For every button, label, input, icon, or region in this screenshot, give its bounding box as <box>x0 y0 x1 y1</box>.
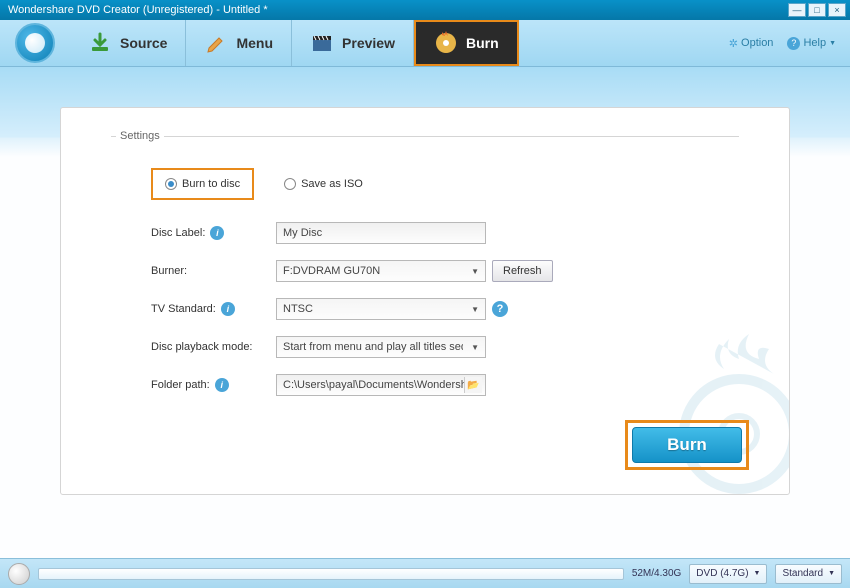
tv-standard-text: TV Standard: <box>151 303 216 315</box>
burner-value: F:DVDRAM GU70N <box>283 265 380 277</box>
playback-mode-label: Disc playback mode: <box>151 341 276 353</box>
burn-disc-icon <box>434 31 458 55</box>
tab-source-label: Source <box>120 35 167 51</box>
settings-panel: Settings Burn to disc Save as ISO <box>60 107 790 495</box>
row-burner: Burner: F:DVDRAM GU70N ▼ Refresh <box>151 260 749 282</box>
tab-menu-label: Menu <box>236 35 273 51</box>
disc-logo-icon <box>15 23 55 63</box>
option-link[interactable]: ✲ Option <box>729 37 774 50</box>
chevron-down-icon: ▼ <box>471 305 479 314</box>
help-icon[interactable]: ? <box>492 301 508 317</box>
chevron-down-icon: ▼ <box>471 343 479 352</box>
burner-select[interactable]: F:DVDRAM GU70N ▼ <box>276 260 486 282</box>
disc-type-select[interactable]: DVD (4.7G) ▼ <box>689 564 767 584</box>
fieldset-divider <box>111 136 739 137</box>
radio-save-as-iso[interactable]: Save as ISO <box>284 178 363 190</box>
chevron-down-icon: ▼ <box>829 40 836 47</box>
burn-button[interactable]: Burn <box>632 427 742 463</box>
browse-folder-icon[interactable]: 📂 <box>464 377 482 393</box>
quality-value: Standard <box>782 568 823 579</box>
disc-label-text: Disc Label: <box>151 227 205 239</box>
folder-path-text: Folder path: <box>151 379 210 391</box>
radio-iso-label: Save as ISO <box>301 178 363 190</box>
minimize-button[interactable]: — <box>788 3 806 17</box>
folder-path-label: Folder path: i <box>151 378 276 392</box>
output-radio-group: Burn to disc Save as ISO <box>151 168 749 200</box>
disc-icon <box>8 563 30 585</box>
toolbar-right: ✲ Option ? Help ▼ <box>729 20 850 66</box>
tv-standard-label: TV Standard: i <box>151 302 276 316</box>
disc-label-label: Disc Label: i <box>151 226 276 240</box>
info-icon[interactable]: i <box>221 302 235 316</box>
disc-type-value: DVD (4.7G) <box>696 568 748 579</box>
info-icon[interactable]: i <box>215 378 229 392</box>
chevron-down-icon: ▼ <box>828 570 835 577</box>
window-controls: — □ × <box>788 3 846 17</box>
settings-legend: Settings <box>116 130 164 142</box>
tv-standard-value: NTSC <box>283 303 313 315</box>
statusbar: 52M/4.30G DVD (4.7G) ▼ Standard ▼ <box>0 558 850 588</box>
tab-source[interactable]: Source <box>70 20 186 66</box>
help-link[interactable]: ? Help ▼ <box>787 37 836 50</box>
playback-mode-select[interactable]: Start from menu and play all titles sequ… <box>276 336 486 358</box>
chevron-down-icon: ▼ <box>754 570 761 577</box>
capacity-progress <box>38 568 624 580</box>
tv-standard-select[interactable]: NTSC ▼ <box>276 298 486 320</box>
quality-select[interactable]: Standard ▼ <box>775 564 842 584</box>
tab-preview-label: Preview <box>342 35 395 51</box>
content-area: Settings Burn to disc Save as ISO <box>0 67 850 558</box>
main-window: Wondershare DVD Creator (Unregistered) -… <box>0 0 850 588</box>
option-label: Option <box>741 37 773 49</box>
burner-label: Burner: <box>151 265 276 277</box>
toolbar: Source Menu Preview Burn <box>0 20 850 67</box>
tab-burn-label: Burn <box>466 35 499 51</box>
burn-button-highlight: Burn <box>625 420 749 470</box>
app-logo <box>0 20 70 66</box>
chevron-down-icon: ▼ <box>471 267 479 276</box>
playback-mode-value: Start from menu and play all titles sequ… <box>283 341 463 353</box>
close-button[interactable]: × <box>828 3 846 17</box>
download-icon <box>88 31 112 55</box>
help-icon: ? <box>787 37 800 50</box>
radio-dot-icon <box>165 178 177 190</box>
row-disc-label: Disc Label: i <box>151 222 749 244</box>
tab-menu[interactable]: Menu <box>186 20 292 66</box>
tab-burn[interactable]: Burn <box>414 20 519 66</box>
capacity-text: 52M/4.30G <box>632 568 681 579</box>
window-title: Wondershare DVD Creator (Unregistered) -… <box>4 4 788 16</box>
radio-burn-label: Burn to disc <box>182 178 240 190</box>
info-icon[interactable]: i <box>210 226 224 240</box>
radio-burn-to-disc[interactable]: Burn to disc <box>151 168 254 200</box>
disc-label-input[interactable] <box>276 222 486 244</box>
folder-path-input[interactable] <box>276 374 486 396</box>
radio-dot-icon <box>284 178 296 190</box>
tab-preview[interactable]: Preview <box>292 20 414 66</box>
gear-icon: ✲ <box>729 37 738 50</box>
clapper-icon <box>310 31 334 55</box>
maximize-button[interactable]: □ <box>808 3 826 17</box>
pencil-icon <box>204 31 228 55</box>
tabs: Source Menu Preview Burn <box>70 20 519 66</box>
titlebar: Wondershare DVD Creator (Unregistered) -… <box>0 0 850 20</box>
help-label: Help <box>803 37 826 49</box>
refresh-button[interactable]: Refresh <box>492 260 553 282</box>
